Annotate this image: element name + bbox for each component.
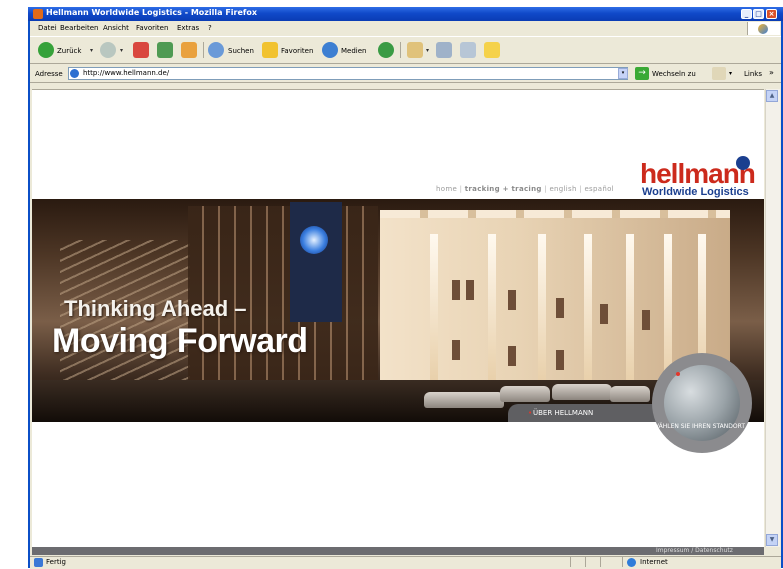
menu-bar: Datei Bearbeiten Ansicht Favoriten Extra… (30, 22, 781, 35)
car (500, 386, 550, 402)
lit-column (584, 234, 592, 384)
page-favicon-icon (70, 69, 79, 78)
vertical-scrollbar[interactable] (765, 89, 780, 547)
building-window (452, 340, 460, 360)
building-window (466, 280, 474, 300)
lit-column (664, 234, 672, 384)
back-dropdown-icon[interactable]: ▾ (90, 47, 93, 54)
history-icon[interactable] (378, 42, 394, 58)
lit-column (626, 234, 634, 384)
nav-separator: | (579, 185, 582, 193)
back-arrow-icon[interactable] (38, 42, 54, 58)
toolbar-overflow-icon[interactable]: » (769, 68, 774, 77)
building-window (508, 290, 516, 310)
toolbar-separator (203, 42, 204, 58)
logo-mark-icon (736, 156, 750, 170)
page-footer-bar (32, 547, 764, 555)
location-dot-icon (676, 372, 680, 376)
tagline-line-1: Thinking Ahead – (64, 296, 247, 321)
status-panel (570, 557, 585, 567)
stop-icon[interactable] (133, 42, 149, 58)
favorites-star-icon[interactable] (262, 42, 278, 58)
toolbar-extension-icon[interactable] (712, 67, 726, 80)
media-icon[interactable] (322, 42, 338, 58)
nav-espanol[interactable]: español (584, 185, 613, 193)
close-button[interactable]: × (766, 9, 777, 19)
minimize-button[interactable]: _ (741, 9, 752, 19)
lit-column (430, 234, 438, 384)
building-window (642, 310, 650, 330)
hero-tower (290, 202, 342, 322)
nav-separator: | (544, 185, 547, 193)
car (610, 386, 650, 402)
home-icon[interactable] (181, 42, 197, 58)
search-icon[interactable] (208, 42, 224, 58)
building-window (452, 280, 460, 300)
notes-icon[interactable] (484, 42, 500, 58)
window-title: Hellmann Worldwide Logistics - Mozilla F… (46, 8, 258, 17)
building-window (508, 346, 516, 366)
menu-help[interactable]: ? (208, 24, 212, 32)
building-window (556, 298, 564, 318)
back-button-label[interactable]: Zurück (57, 47, 81, 55)
imprint-privacy-links[interactable]: Impressum / Datenschutz (656, 547, 733, 554)
mail-icon[interactable] (407, 42, 423, 58)
maximize-button[interactable]: □ (753, 9, 764, 19)
search-button-label[interactable]: Suchen (228, 47, 254, 55)
choose-location-link[interactable]: WÄHLEN SIE IHREN STANDORT (653, 423, 745, 430)
internet-zone-icon (627, 558, 636, 567)
page-status-icon (34, 558, 43, 567)
lit-column (538, 234, 546, 384)
go-arrow-icon[interactable]: → (635, 67, 649, 80)
status-text: Fertig (46, 558, 66, 566)
address-label: Adresse (35, 70, 63, 78)
nav-english[interactable]: english (549, 185, 576, 193)
print-icon[interactable] (436, 42, 452, 58)
building-window (556, 350, 564, 370)
windows-logo-icon (758, 24, 768, 34)
menu-datei[interactable]: Datei (38, 24, 57, 32)
car (552, 384, 612, 400)
go-button-label[interactable]: Wechseln zu (652, 70, 696, 78)
mail-dropdown-icon[interactable]: ▾ (426, 47, 429, 54)
tagline-line-2: Moving Forward (52, 322, 308, 360)
building-logo-sign (300, 226, 328, 254)
forward-dropdown-icon[interactable]: ▾ (120, 47, 123, 54)
menu-extras[interactable]: Extras (177, 24, 199, 32)
reload-icon[interactable] (157, 42, 173, 58)
status-panel (585, 557, 600, 567)
nav-home[interactable]: home (436, 185, 457, 193)
nav-tracking[interactable]: tracking + tracing (465, 185, 542, 193)
extension-dropdown-icon[interactable]: ▾ (729, 70, 732, 77)
forward-arrow-icon[interactable] (100, 42, 116, 58)
building-window (600, 304, 608, 324)
links-button[interactable]: Links (744, 70, 762, 78)
scroll-down-button[interactable]: ▼ (766, 534, 778, 546)
menu-favoriten[interactable]: Favoriten (136, 24, 168, 32)
scroll-up-button[interactable]: ▲ (766, 90, 778, 102)
media-button-label[interactable]: Medien (341, 47, 366, 55)
menu-bearbeiten[interactable]: Bearbeiten (60, 24, 98, 32)
favorites-button-label[interactable]: Favoriten (281, 47, 313, 55)
status-panel (600, 557, 615, 567)
zone-text: Internet (640, 558, 668, 566)
toolbar-separator (400, 42, 401, 58)
car (424, 392, 504, 408)
nav-separator: | (459, 185, 463, 193)
menu-ansicht[interactable]: Ansicht (103, 24, 129, 32)
address-value[interactable]: http://www.hellmann.de/ (83, 69, 169, 77)
lit-column (488, 234, 496, 384)
about-hellmann-link[interactable]: ÜBER HELLMANN (533, 409, 593, 417)
firefox-icon (33, 9, 43, 19)
bullet-icon: • (528, 409, 533, 417)
logo-subtitle: Worldwide Logistics (642, 186, 749, 198)
edit-icon[interactable] (460, 42, 476, 58)
top-navigation: home | tracking + tracing | english | es… (436, 185, 614, 193)
address-dropdown-icon[interactable]: ▾ (618, 68, 628, 79)
